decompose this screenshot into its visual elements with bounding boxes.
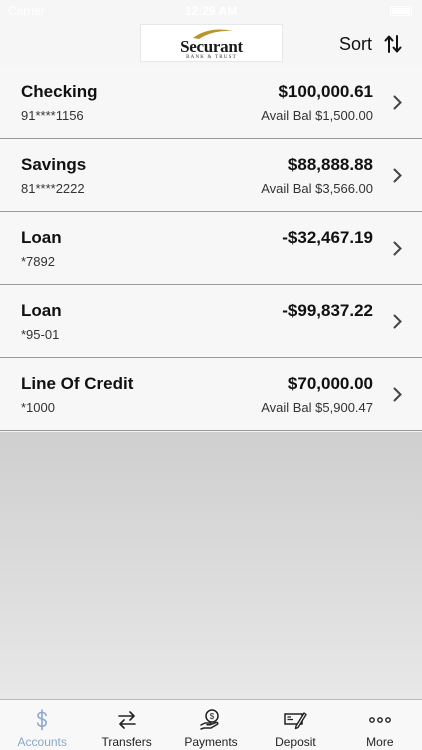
sort-label: Sort <box>338 33 372 54</box>
account-balance: $88,888.88 <box>287 155 373 174</box>
tab-more[interactable]: More <box>338 700 422 750</box>
hand-coin-icon: $ <box>200 709 219 730</box>
account-balance: -$32,467.19 <box>282 228 373 247</box>
transfer-arrows-icon <box>117 711 136 729</box>
account-name: Savings <box>21 155 87 174</box>
account-name: Loan <box>21 228 62 247</box>
available-balance: Avail Bal $1,500.00 <box>261 108 373 123</box>
account-balance: $70,000.00 <box>287 374 373 393</box>
battery-icon <box>390 6 412 16</box>
tab-bar: Accounts Transfers $ Payments Deposit Mo… <box>0 699 422 750</box>
available-balance: Avail Bal $3,566.00 <box>261 181 373 196</box>
account-row-loan-2[interactable]: Loan *95-01 -$99,837.22 <box>0 285 422 358</box>
header: Securant BANK & TRUST Sort <box>0 22 422 66</box>
account-name: Line Of Credit <box>21 374 134 393</box>
account-number: 81****2222 <box>21 181 85 196</box>
account-name: Checking <box>21 82 98 101</box>
logo-subtitle: BANK & TRUST <box>186 55 237 60</box>
chevron-right-icon <box>393 168 402 183</box>
ellipsis-icon <box>368 717 391 723</box>
tab-payments[interactable]: $ Payments <box>169 700 253 750</box>
tab-label: Accounts <box>17 735 67 749</box>
tab-label: More <box>366 735 394 749</box>
tab-label: Payments <box>184 735 238 749</box>
account-row-checking[interactable]: Checking 91****1156 $100,000.61 Avail Ba… <box>0 66 422 139</box>
account-number: *95-01 <box>21 327 60 342</box>
account-balance: $100,000.61 <box>278 82 373 101</box>
chevron-right-icon <box>393 95 402 110</box>
chevron-right-icon <box>393 241 402 256</box>
account-number: *7892 <box>21 254 55 269</box>
tab-accounts[interactable]: Accounts <box>0 700 84 750</box>
sort-arrows-icon <box>384 35 402 53</box>
empty-background <box>0 432 422 699</box>
tab-deposit[interactable]: Deposit <box>253 700 337 750</box>
tab-label: Transfers <box>101 735 152 749</box>
account-row-line-of-credit[interactable]: Line Of Credit *1000 $70,000.00 Avail Ba… <box>0 358 422 431</box>
account-row-loan[interactable]: Loan *7892 -$32,467.19 <box>0 212 422 285</box>
account-balance: -$99,837.22 <box>282 301 373 320</box>
available-balance: Avail Bal $5,900.47 <box>261 400 373 415</box>
status-bar: Carrier 12:29 AM <box>0 0 422 22</box>
accounts-list: Checking 91****1156 $100,000.61 Avail Ba… <box>0 66 422 431</box>
sort-button[interactable]: Sort <box>339 32 402 56</box>
tab-label: Deposit <box>275 735 316 749</box>
account-row-savings[interactable]: Savings 81****2222 $88,888.88 Avail Bal … <box>0 139 422 212</box>
check-deposit-icon <box>284 712 308 730</box>
status-time: 12:29 AM <box>184 4 238 18</box>
account-number: *1000 <box>21 400 55 415</box>
svg-text:$: $ <box>210 712 215 721</box>
logo-name: Securant <box>180 37 243 56</box>
account-name: Loan <box>21 301 62 320</box>
account-number: 91****1156 <box>21 108 84 123</box>
bank-logo: Securant BANK & TRUST <box>140 24 283 62</box>
chevron-right-icon <box>393 314 402 329</box>
tab-transfers[interactable]: Transfers <box>84 700 168 750</box>
chevron-right-icon <box>393 387 402 402</box>
dollar-icon <box>37 709 48 731</box>
